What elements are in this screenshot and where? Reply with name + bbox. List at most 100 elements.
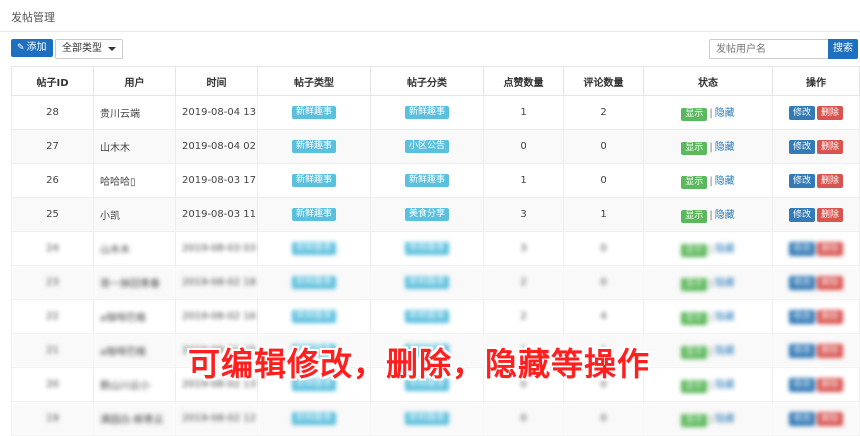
status-show-badge[interactable]: 显示 [681,142,708,155]
cell-id: 27 [11,129,94,164]
cell-user: 满园白-柳青云 [93,401,176,436]
cell-likes: 1 [483,95,564,130]
table-row: 22a咖啡巴格2019-08-02 16:...新鲜趣事新鲜趣事24显示|隐藏修… [11,299,860,334]
header-likes: 点赞数量 [483,66,564,96]
cell-actions: 修改 删除 [772,197,860,232]
delete-button[interactable]: 删除 [817,343,844,358]
add-button[interactable]: ✎ 添加 [11,39,53,57]
cell-actions: 修改 删除 [772,367,860,402]
page-title: 发帖管理 [11,11,55,24]
cell-category: 新鲜趣事 [370,401,484,436]
header-status: 状态 [643,66,773,96]
cell-id: 25 [11,197,94,232]
cell-id: 23 [11,265,94,300]
status-show-badge[interactable]: 显示 [681,380,708,393]
type-tag: 新鲜趣事 [291,106,336,119]
cell-type: 新鲜趣事 [257,129,371,164]
type-tag: 新鲜趣事 [291,174,336,187]
hide-link[interactable]: 隐藏 [715,210,735,221]
edit-button[interactable]: 修改 [788,275,815,290]
hide-link[interactable]: 隐藏 [715,142,735,153]
cell-type: 新鲜趣事 [257,401,371,436]
hide-link[interactable]: 隐藏 [715,414,735,425]
edit-button[interactable]: 修改 [788,241,815,256]
type-filter-dropdown[interactable]: 全部类型 [55,39,123,59]
delete-button[interactable]: 删除 [817,275,844,290]
edit-button[interactable]: 修改 [788,105,815,120]
hide-link[interactable]: 隐藏 [715,312,735,323]
add-button-label: 添加 [26,42,47,53]
status-show-badge[interactable]: 显示 [681,278,708,291]
status-show-badge[interactable]: 显示 [681,210,708,223]
status-show-badge[interactable]: 显示 [681,346,708,359]
search-button[interactable]: 搜索 [828,39,858,59]
cell-comments: 0 [563,265,644,300]
cell-actions: 修改 删除 [772,129,860,164]
cell-actions: 修改 删除 [772,299,860,334]
search-input[interactable] [709,39,835,59]
cell-category: 新鲜趣事 [370,231,484,266]
hide-link[interactable]: 隐藏 [715,346,735,357]
cell-status: 显示 | 隐藏 [643,231,773,266]
delete-button[interactable]: 删除 [817,309,844,324]
hide-link[interactable]: 隐藏 [715,380,735,391]
cell-status: 显示 | 隐藏 [643,333,773,368]
category-tag: 小区公告 [404,140,449,153]
category-tag: 新鲜趣事 [404,310,449,323]
category-tag: 新鲜趣事 [404,174,449,187]
status-show-badge[interactable]: 显示 [681,244,708,257]
cell-likes: 0 [483,401,564,436]
pencil-icon: ✎ [17,43,25,53]
cell-type: 新鲜趣事 [257,163,371,198]
edit-button[interactable]: 修改 [788,309,815,324]
cell-status: 显示 | 隐藏 [643,401,773,436]
type-tag: 新鲜趣事 [291,310,336,323]
delete-button[interactable]: 删除 [817,241,844,256]
cell-id: 20 [11,367,94,402]
cell-status: 显示 | 隐藏 [643,367,773,402]
cell-user: 哈哈哈▯ [93,163,176,198]
cell-user: a咖啡巴格 [93,333,176,368]
table-row: 19满园白-柳青云2019-08-02 12:...新鲜趣事新鲜趣事00显示|隐… [11,401,860,436]
cell-time: 2019-08-03 03:... [175,231,258,266]
cell-actions: 修改 删除 [772,265,860,300]
edit-button[interactable]: 修改 [788,207,815,222]
delete-button[interactable]: 删除 [817,139,844,154]
edit-button[interactable]: 修改 [788,377,815,392]
cell-user: 哥一抹回青春 [93,265,176,300]
status-separator: | [709,346,713,357]
cell-status: 显示 | 隐藏 [643,197,773,232]
status-separator: | [709,278,713,289]
status-separator: | [709,244,713,255]
hide-link[interactable]: 隐藏 [715,278,735,289]
cell-id: 28 [11,95,94,130]
cell-comments: 0 [563,401,644,436]
hide-link[interactable]: 隐藏 [715,176,735,187]
cell-time: 2019-08-03 11:... [175,197,258,232]
cell-type: 新鲜趣事 [257,197,371,232]
status-show-badge[interactable]: 显示 [681,414,708,427]
cell-id: 24 [11,231,94,266]
delete-button[interactable]: 删除 [817,377,844,392]
cell-type: 新鲜趣事 [257,95,371,130]
cell-category: 新鲜趣事 [370,299,484,334]
cell-status: 显示 | 隐藏 [643,129,773,164]
status-show-badge[interactable]: 显示 [681,108,708,121]
cell-likes: 2 [483,299,564,334]
cell-category: 新鲜趣事 [370,95,484,130]
cell-category: 新鲜趣事 [370,163,484,198]
hide-link[interactable]: 隐藏 [715,244,735,255]
category-tag: 美食分享 [404,208,449,221]
status-show-badge[interactable]: 显示 [681,312,708,325]
delete-button[interactable]: 删除 [817,105,844,120]
status-show-badge[interactable]: 显示 [681,176,708,189]
edit-button[interactable]: 修改 [788,139,815,154]
edit-button[interactable]: 修改 [788,343,815,358]
hide-link[interactable]: 隐藏 [715,108,735,119]
delete-button[interactable]: 删除 [817,173,844,188]
delete-button[interactable]: 删除 [817,207,844,222]
edit-button[interactable]: 修改 [788,173,815,188]
header-actions: 操作 [772,66,860,96]
cell-likes: 3 [483,231,564,266]
type-tag: 新鲜趣事 [291,140,336,153]
